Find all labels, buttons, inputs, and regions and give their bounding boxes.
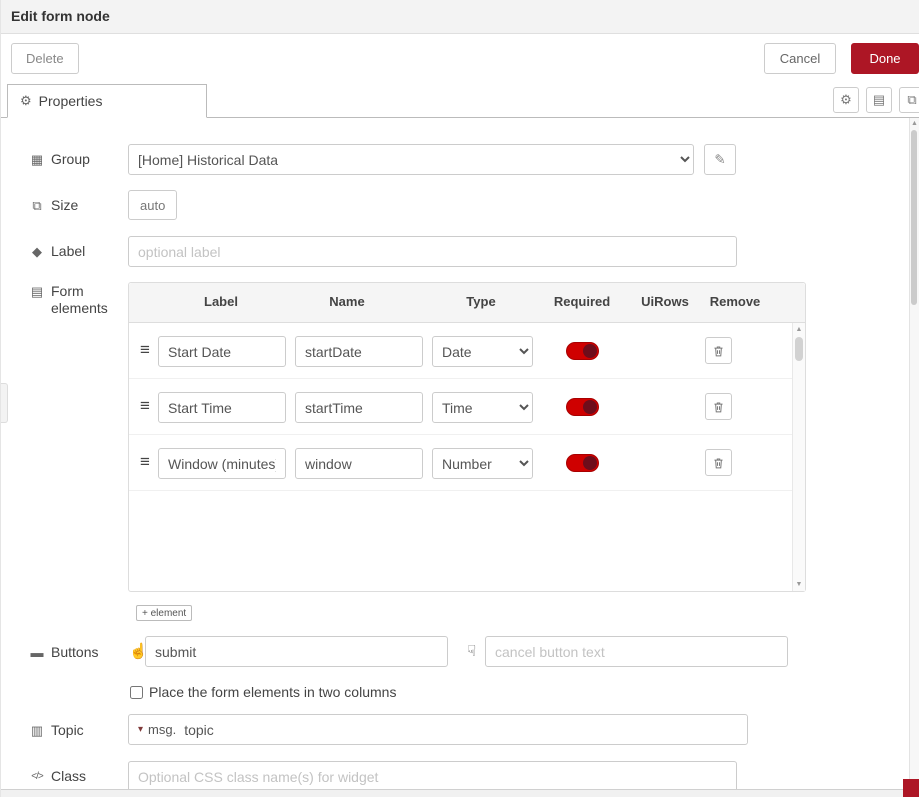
edit-form-node-dialog: Edit form node Delete Cancel Done ⚙ Prop…: [0, 0, 919, 797]
form-element-row: ≡ Time: [129, 379, 805, 435]
col-header-label: Label: [204, 294, 238, 309]
toggle-knob: [583, 400, 597, 414]
tab-properties-label: Properties: [39, 93, 103, 109]
remove-element-button[interactable]: [705, 337, 732, 364]
appearance-button[interactable]: ⧉: [899, 87, 919, 113]
tab-properties[interactable]: ⚙ Properties: [7, 84, 207, 118]
caret-down-icon: ▾: [138, 724, 143, 735]
topic-type-label: msg.: [148, 722, 176, 737]
form-element-row: ≡ Date: [129, 323, 805, 379]
dialog-title: Edit form node: [11, 8, 110, 24]
delete-button[interactable]: Delete: [11, 43, 79, 74]
group-label: ▦ Group: [29, 151, 90, 168]
two-columns-label: Place the form elements in two columns: [149, 684, 396, 700]
required-toggle[interactable]: [566, 342, 599, 360]
cancel-button-text-input[interactable]: [485, 636, 788, 667]
element-label-input[interactable]: [158, 336, 286, 367]
toggle-knob: [583, 456, 597, 470]
element-name-input[interactable]: [295, 336, 423, 367]
drag-handle-icon[interactable]: ≡: [140, 396, 150, 416]
done-button[interactable]: Done: [851, 43, 919, 74]
scrollbar-thumb[interactable]: [795, 337, 803, 361]
buttons-icon: ▬: [29, 644, 45, 661]
form-elements-body: ≡ Date ≡ Time: [129, 323, 805, 591]
scroll-up-icon[interactable]: ▲: [910, 120, 919, 127]
remove-element-button[interactable]: [705, 393, 732, 420]
size-label: ⧉ Size: [29, 197, 78, 214]
element-type-select[interactable]: Date: [432, 336, 533, 367]
two-columns-checkbox[interactable]: [130, 686, 143, 699]
two-columns-row: Place the form elements in two columns: [130, 684, 396, 700]
trash-icon: [712, 344, 725, 358]
drag-handle-icon[interactable]: ≡: [140, 452, 150, 472]
pencil-icon: ✎: [714, 152, 725, 168]
thumb-down-icon: ☟: [467, 642, 476, 660]
remove-element-button[interactable]: [705, 449, 732, 476]
properties-panel: ▦ Group [Home] Historical Data ✎ ⧉ Size …: [1, 118, 909, 797]
element-label-input[interactable]: [158, 448, 286, 479]
trash-icon: [712, 400, 725, 414]
required-toggle[interactable]: [566, 454, 599, 472]
add-element-button[interactable]: + element: [136, 605, 192, 621]
label-input[interactable]: [128, 236, 737, 267]
object-group-icon: ⧉: [29, 197, 45, 214]
topic-typed-input: ▾ msg.: [128, 714, 748, 745]
gear-icon: ⚙: [20, 93, 32, 109]
element-type-select[interactable]: Time: [432, 392, 533, 423]
form-element-row: ≡ Number: [129, 435, 805, 491]
tag-icon: ◆: [29, 243, 45, 260]
group-select[interactable]: [Home] Historical Data: [128, 144, 694, 175]
table-scrollbar[interactable]: ▲ ▼: [792, 323, 805, 591]
col-header-name: Name: [329, 294, 364, 309]
element-name-input[interactable]: [295, 448, 423, 479]
table-icon: ▦: [29, 151, 45, 168]
form-elements-header: Label Name Type Required UiRows Remove: [129, 283, 805, 323]
trash-icon: [712, 456, 725, 470]
scrollbar-thumb[interactable]: [911, 130, 917, 305]
cancel-button[interactable]: Cancel: [764, 43, 836, 74]
window-scrollbar[interactable]: ▲: [909, 118, 919, 797]
code-icon: </>: [29, 768, 45, 785]
node-settings-button[interactable]: ⚙: [833, 87, 859, 113]
element-type-select[interactable]: Number: [432, 448, 533, 479]
class-label: </> Class: [29, 768, 86, 785]
label-label: ◆ Label: [29, 243, 85, 260]
bottom-edge: [1, 789, 919, 797]
col-header-required: Required: [554, 294, 610, 309]
scroll-down-icon[interactable]: ▼: [793, 581, 805, 588]
edit-group-button[interactable]: ✎: [704, 144, 736, 175]
sidebar-handle[interactable]: [1, 383, 8, 423]
topic-label: ▥ Topic: [29, 722, 84, 739]
dialog-titlebar: Edit form node: [1, 0, 919, 34]
class-input[interactable]: [128, 761, 737, 792]
scroll-up-icon[interactable]: ▲: [793, 326, 805, 333]
description-button[interactable]: ▤: [866, 87, 892, 113]
tasks-icon: ▥: [29, 722, 45, 739]
accent-corner: [903, 779, 919, 797]
doc-icon: ▤: [873, 92, 885, 108]
toggle-knob: [583, 344, 597, 358]
size-button[interactable]: auto: [128, 190, 177, 220]
col-header-type: Type: [466, 294, 495, 309]
element-label-input[interactable]: [158, 392, 286, 423]
tab-row: ⚙ Properties ⚙ ▤ ⧉: [1, 82, 919, 118]
col-header-uirows: UiRows: [641, 294, 689, 309]
form-elements-label: ▤ Formelements: [29, 283, 108, 317]
topic-type-button[interactable]: ▾ msg.: [129, 715, 182, 744]
topic-input[interactable]: [182, 716, 747, 743]
buttons-label: ▬ Buttons: [29, 644, 98, 661]
appearance-icon: ⧉: [907, 92, 916, 108]
col-header-remove: Remove: [710, 294, 761, 309]
required-toggle[interactable]: [566, 398, 599, 416]
gear-icon: ⚙: [840, 92, 852, 108]
submit-button-text-input[interactable]: [145, 636, 448, 667]
form-elements-table: Label Name Type Required UiRows Remove ≡…: [128, 282, 806, 592]
drag-handle-icon[interactable]: ≡: [140, 340, 150, 360]
dialog-toolbar: Delete Cancel Done: [1, 34, 919, 82]
element-name-input[interactable]: [295, 392, 423, 423]
list-icon: ▤: [29, 283, 45, 300]
